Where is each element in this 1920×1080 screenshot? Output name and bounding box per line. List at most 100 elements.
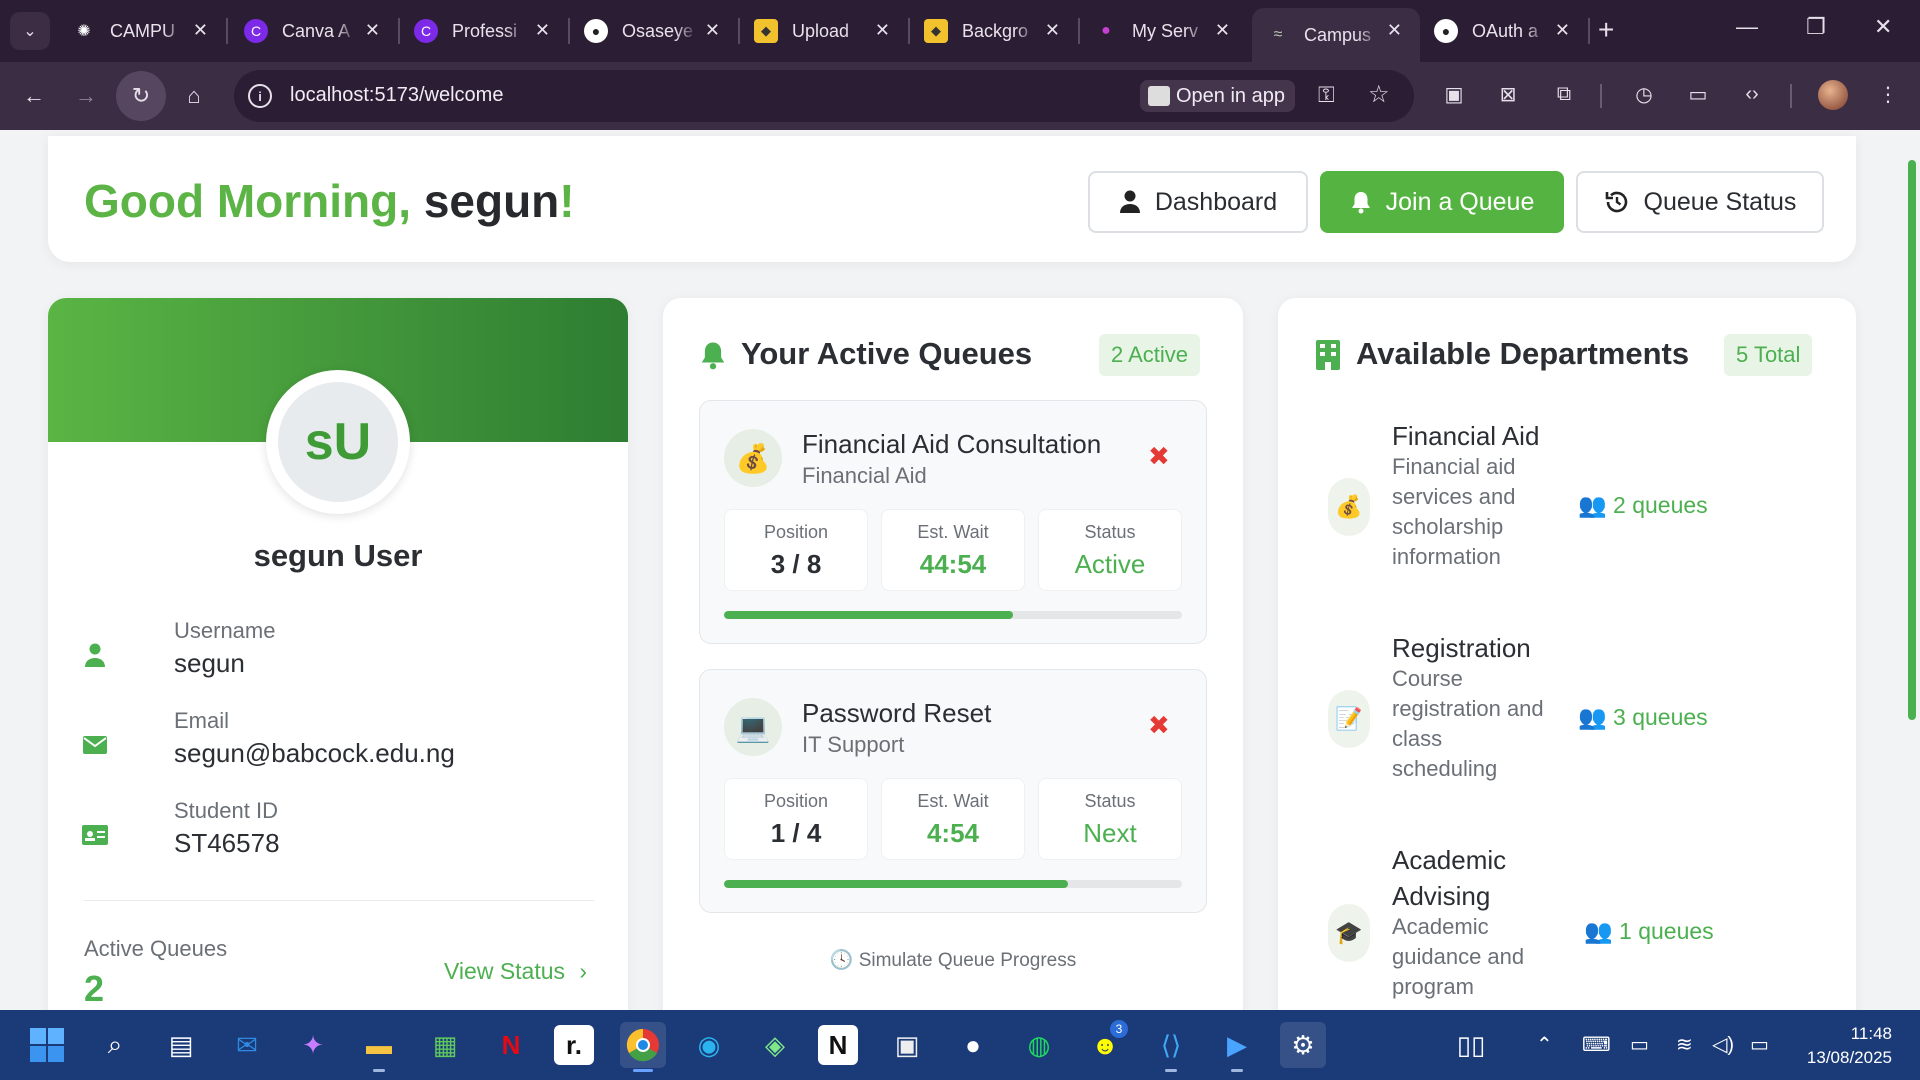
spotify-icon[interactable]: ◍ — [1016, 1022, 1062, 1068]
close-tab-icon[interactable]: ✕ — [1215, 20, 1230, 41]
close-tab-icon[interactable]: ✕ — [193, 20, 208, 41]
department-item[interactable]: 💰 Financial Aid Financial aid services a… — [1328, 418, 1848, 578]
browser-tab[interactable]: ✺ CAMPU ✕ — [58, 8, 226, 54]
browser-tab[interactable]: ● My Serv ✕ — [1080, 8, 1248, 54]
browser-tab-active[interactable]: ≈ Campus ✕ — [1252, 8, 1420, 62]
close-tab-icon[interactable]: ✕ — [1387, 20, 1402, 41]
departments-card: Available Departments 5 Total 💰 Financia… — [1278, 298, 1856, 1010]
tab-label: Campus — [1304, 24, 1372, 45]
id-card-icon — [82, 822, 108, 848]
snapchat-icon[interactable]: ☻ 3 — [1082, 1020, 1128, 1068]
restore-icon[interactable]: ❐ — [1806, 14, 1826, 40]
position-value: 3 / 8 — [770, 549, 822, 579]
profile-avatar[interactable] — [1818, 80, 1848, 110]
dashboard-button[interactable]: Dashboard — [1088, 171, 1308, 233]
avatar: sU — [266, 370, 410, 514]
settings-gear-icon[interactable]: ⚙ — [1280, 1022, 1326, 1068]
close-tab-icon[interactable]: ✕ — [1045, 20, 1060, 41]
graduation-cap-icon: 🎓 — [1328, 904, 1370, 962]
users-icon: 👥 — [1578, 704, 1607, 730]
extension-icon[interactable]: ▣ — [1438, 78, 1470, 110]
minimize-icon[interactable]: — — [1736, 14, 1758, 40]
queue-item: 💻 Password Reset IT Support ✖ Position 1… — [699, 669, 1207, 913]
bookmark-star-icon[interactable]: ☆ — [1368, 80, 1390, 109]
close-tab-icon[interactable]: ✕ — [535, 20, 550, 41]
wifi-icon[interactable]: ≋ — [1676, 1032, 1693, 1057]
volume-icon[interactable]: ◁) — [1712, 1032, 1734, 1057]
display-icon[interactable]: ▭ — [1630, 1032, 1649, 1057]
forward-arrow-icon[interactable]: → — [66, 76, 106, 116]
money-bag-icon: 💰 — [1328, 478, 1370, 536]
queue-department: Financial Aid — [802, 463, 927, 488]
password-key-icon[interactable]: ⚿ — [1318, 82, 1335, 108]
reload-icon[interactable]: ↻ — [116, 71, 166, 121]
page-scrollbar[interactable] — [1904, 130, 1920, 1010]
puzzle-extensions-icon[interactable]: ⧉ — [1548, 78, 1580, 110]
view-status-link[interactable]: View Status › — [444, 958, 587, 985]
media-player-icon[interactable]: ▶ — [1214, 1022, 1260, 1072]
battery-icon[interactable]: ▭ — [1750, 1032, 1769, 1057]
wait-value: 44:54 — [919, 549, 987, 579]
queue-title: Financial Aid Consultation — [802, 429, 1102, 459]
department-item[interactable]: 🎓 Academic Advising Academic guidance an… — [1328, 842, 1848, 1010]
url-text[interactable]: localhost:5173/welcome — [290, 84, 503, 107]
close-tab-icon[interactable]: ✕ — [875, 20, 890, 41]
devtools-code-icon[interactable]: ‹› — [1736, 78, 1768, 110]
netflix-icon[interactable]: N — [488, 1022, 534, 1068]
browser-tab[interactable]: ● OAuth a ✕ — [1420, 8, 1588, 54]
browser-tab[interactable]: C Professi ✕ — [400, 8, 568, 54]
store-icon[interactable]: ▦ — [422, 1022, 468, 1068]
home-icon[interactable]: ⌂ — [174, 76, 214, 116]
leave-queue-close-icon[interactable]: ✖ — [1148, 441, 1170, 472]
browser-tab[interactable]: ◆ Backgro ✕ — [910, 8, 1078, 54]
chevron-up-icon[interactable]: ⌃ — [1536, 1032, 1553, 1057]
close-tab-icon[interactable]: ✕ — [1555, 20, 1570, 41]
new-tab-plus-icon[interactable]: + — [1598, 14, 1614, 46]
address-bar[interactable]: i localhost:5173/welcome Open in app ⚿ ☆ — [234, 70, 1414, 122]
leave-queue-close-icon[interactable]: ✖ — [1148, 710, 1170, 741]
open-in-app-button[interactable]: Open in app — [1140, 80, 1295, 112]
extension-icon[interactable]: ⊠ — [1492, 78, 1524, 110]
join-queue-button[interactable]: Join a Queue — [1320, 171, 1564, 233]
github-desktop-icon[interactable]: ● — [950, 1022, 996, 1068]
history-icon[interactable]: ◷ — [1628, 78, 1660, 110]
open-in-app-label: Open in app — [1176, 85, 1285, 107]
browser-tab[interactable]: C Canva A ✕ — [230, 8, 398, 54]
app-icon[interactable]: ◈ — [752, 1022, 798, 1068]
scrollbar-thumb[interactable] — [1908, 160, 1916, 720]
device-toolbar-icon[interactable]: ▭ — [1682, 78, 1714, 110]
close-tab-icon[interactable]: ✕ — [705, 20, 720, 41]
file-explorer-icon[interactable]: ▬ — [356, 1022, 402, 1072]
canva-icon: C — [414, 19, 438, 43]
active-queues-title: Your Active Queues — [741, 336, 1033, 371]
browser-tab[interactable]: ● Osaseye ✕ — [570, 8, 738, 54]
vscode-icon[interactable]: ⟨⟩ — [1148, 1022, 1194, 1072]
browser-tab[interactable]: ◆ Upload ✕ — [740, 8, 908, 54]
bell-icon — [1351, 192, 1370, 214]
edge-icon[interactable]: ◉ — [686, 1022, 732, 1068]
widget-icon[interactable]: ▯▯ — [1448, 1022, 1494, 1068]
back-arrow-icon[interactable]: ← — [14, 76, 54, 116]
tab-search-button[interactable]: ⌄ — [10, 12, 50, 50]
department-item[interactable]: 📝 Registration Course registration and c… — [1328, 630, 1848, 790]
menu-kebab-icon[interactable]: ⋮ — [1872, 78, 1904, 110]
greeting-text: Good Morning, segun! — [84, 175, 575, 227]
copilot-icon[interactable]: ✦ — [290, 1022, 336, 1068]
windows-start-icon[interactable] — [24, 1022, 70, 1068]
queue-status-button[interactable]: Queue Status — [1576, 171, 1824, 233]
close-tab-icon[interactable]: ✕ — [365, 20, 380, 41]
task-view-icon[interactable]: ▤ — [158, 1022, 204, 1068]
planner-icon[interactable]: ▣ — [884, 1022, 930, 1068]
system-clock[interactable]: 11:48 13/08/2025 — [1780, 1022, 1892, 1070]
chrome-icon[interactable] — [620, 1022, 666, 1072]
search-icon[interactable]: ⌕ — [92, 1022, 138, 1068]
users-icon: 👥 — [1584, 918, 1613, 944]
replit-icon[interactable]: r. — [554, 1025, 594, 1065]
simulate-progress-button[interactable]: 🕓 Simulate Queue Progress — [663, 948, 1243, 972]
outlook-icon[interactable]: ✉ — [224, 1022, 270, 1068]
close-window-icon[interactable]: ✕ — [1874, 14, 1892, 40]
site-info-icon[interactable]: i — [248, 84, 272, 108]
username-label: Username — [174, 618, 276, 643]
keyboard-icon[interactable]: ⌨ — [1582, 1032, 1611, 1057]
notion-icon[interactable]: N — [818, 1025, 858, 1065]
